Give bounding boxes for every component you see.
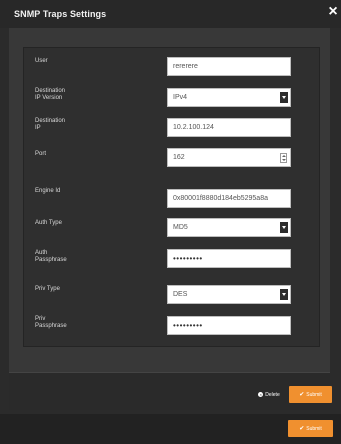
priv-type-value: DES bbox=[173, 291, 188, 298]
dialog-titlebar: SNMP Traps Settings × bbox=[0, 0, 341, 28]
engine-id-value: 0x80001f8880d184eb5295a8a bbox=[173, 195, 268, 202]
submit-label: Submit bbox=[306, 391, 322, 398]
check-icon: ✔ bbox=[299, 392, 305, 398]
port-value: 162 bbox=[173, 154, 185, 161]
priv-passphrase-value: ••••••••• bbox=[173, 321, 203, 330]
user-value: rererere bbox=[173, 63, 198, 70]
dest-ip-value: 10.2.100.124 bbox=[173, 124, 214, 131]
user-label: User bbox=[35, 58, 48, 64]
priv-passphrase-input[interactable]: ••••••••• bbox=[167, 316, 291, 335]
priv-passphrase-label: Priv Passphrase bbox=[35, 316, 67, 329]
dest-ip-version-value: IPv4 bbox=[173, 94, 188, 101]
dest-ip-version-label: Destination IP Version bbox=[35, 88, 66, 101]
delete-button[interactable]: × Delete bbox=[252, 386, 286, 403]
auth-type-select[interactable]: MD5 bbox=[167, 218, 291, 237]
chevron-down-icon bbox=[280, 222, 288, 233]
dialog-title: SNMP Traps Settings bbox=[14, 9, 107, 19]
engine-id-input[interactable]: 0x80001f8880d184eb5295a8a bbox=[167, 189, 291, 208]
engine-id-label: Engine Id bbox=[35, 188, 61, 194]
auth-type-value: MD5 bbox=[173, 224, 188, 231]
auth-passphrase-value: ••••••••• bbox=[173, 254, 203, 263]
dest-ip-label: Destination IP bbox=[35, 118, 66, 131]
port-input[interactable]: 162 bbox=[167, 148, 291, 167]
user-input[interactable]: rererere bbox=[167, 57, 291, 76]
auth-type-label: Auth Type bbox=[35, 220, 62, 226]
close-icon[interactable]: × bbox=[326, 4, 340, 20]
submit-button-2[interactable]: ✔ Submit bbox=[288, 420, 333, 437]
priv-type-select[interactable]: DES bbox=[167, 285, 291, 304]
dest-ip-version-select[interactable]: IPv4 bbox=[167, 88, 291, 107]
auth-passphrase-label: Auth Passphrase bbox=[35, 250, 67, 263]
submit-label-2: Submit bbox=[306, 425, 322, 432]
auth-passphrase-input[interactable]: ••••••••• bbox=[167, 249, 291, 268]
chevron-down-icon bbox=[280, 289, 288, 300]
spinner-icon[interactable] bbox=[280, 153, 287, 163]
check-icon: ✔ bbox=[299, 426, 305, 432]
delete-label: Delete bbox=[265, 391, 280, 398]
priv-type-label: Priv Type bbox=[35, 286, 60, 292]
dest-ip-input[interactable]: 10.2.100.124 bbox=[167, 118, 291, 137]
port-label: Port bbox=[35, 151, 47, 157]
delete-icon: × bbox=[258, 392, 264, 397]
submit-button[interactable]: ✔ Submit bbox=[289, 386, 332, 403]
chevron-down-icon bbox=[280, 92, 288, 103]
